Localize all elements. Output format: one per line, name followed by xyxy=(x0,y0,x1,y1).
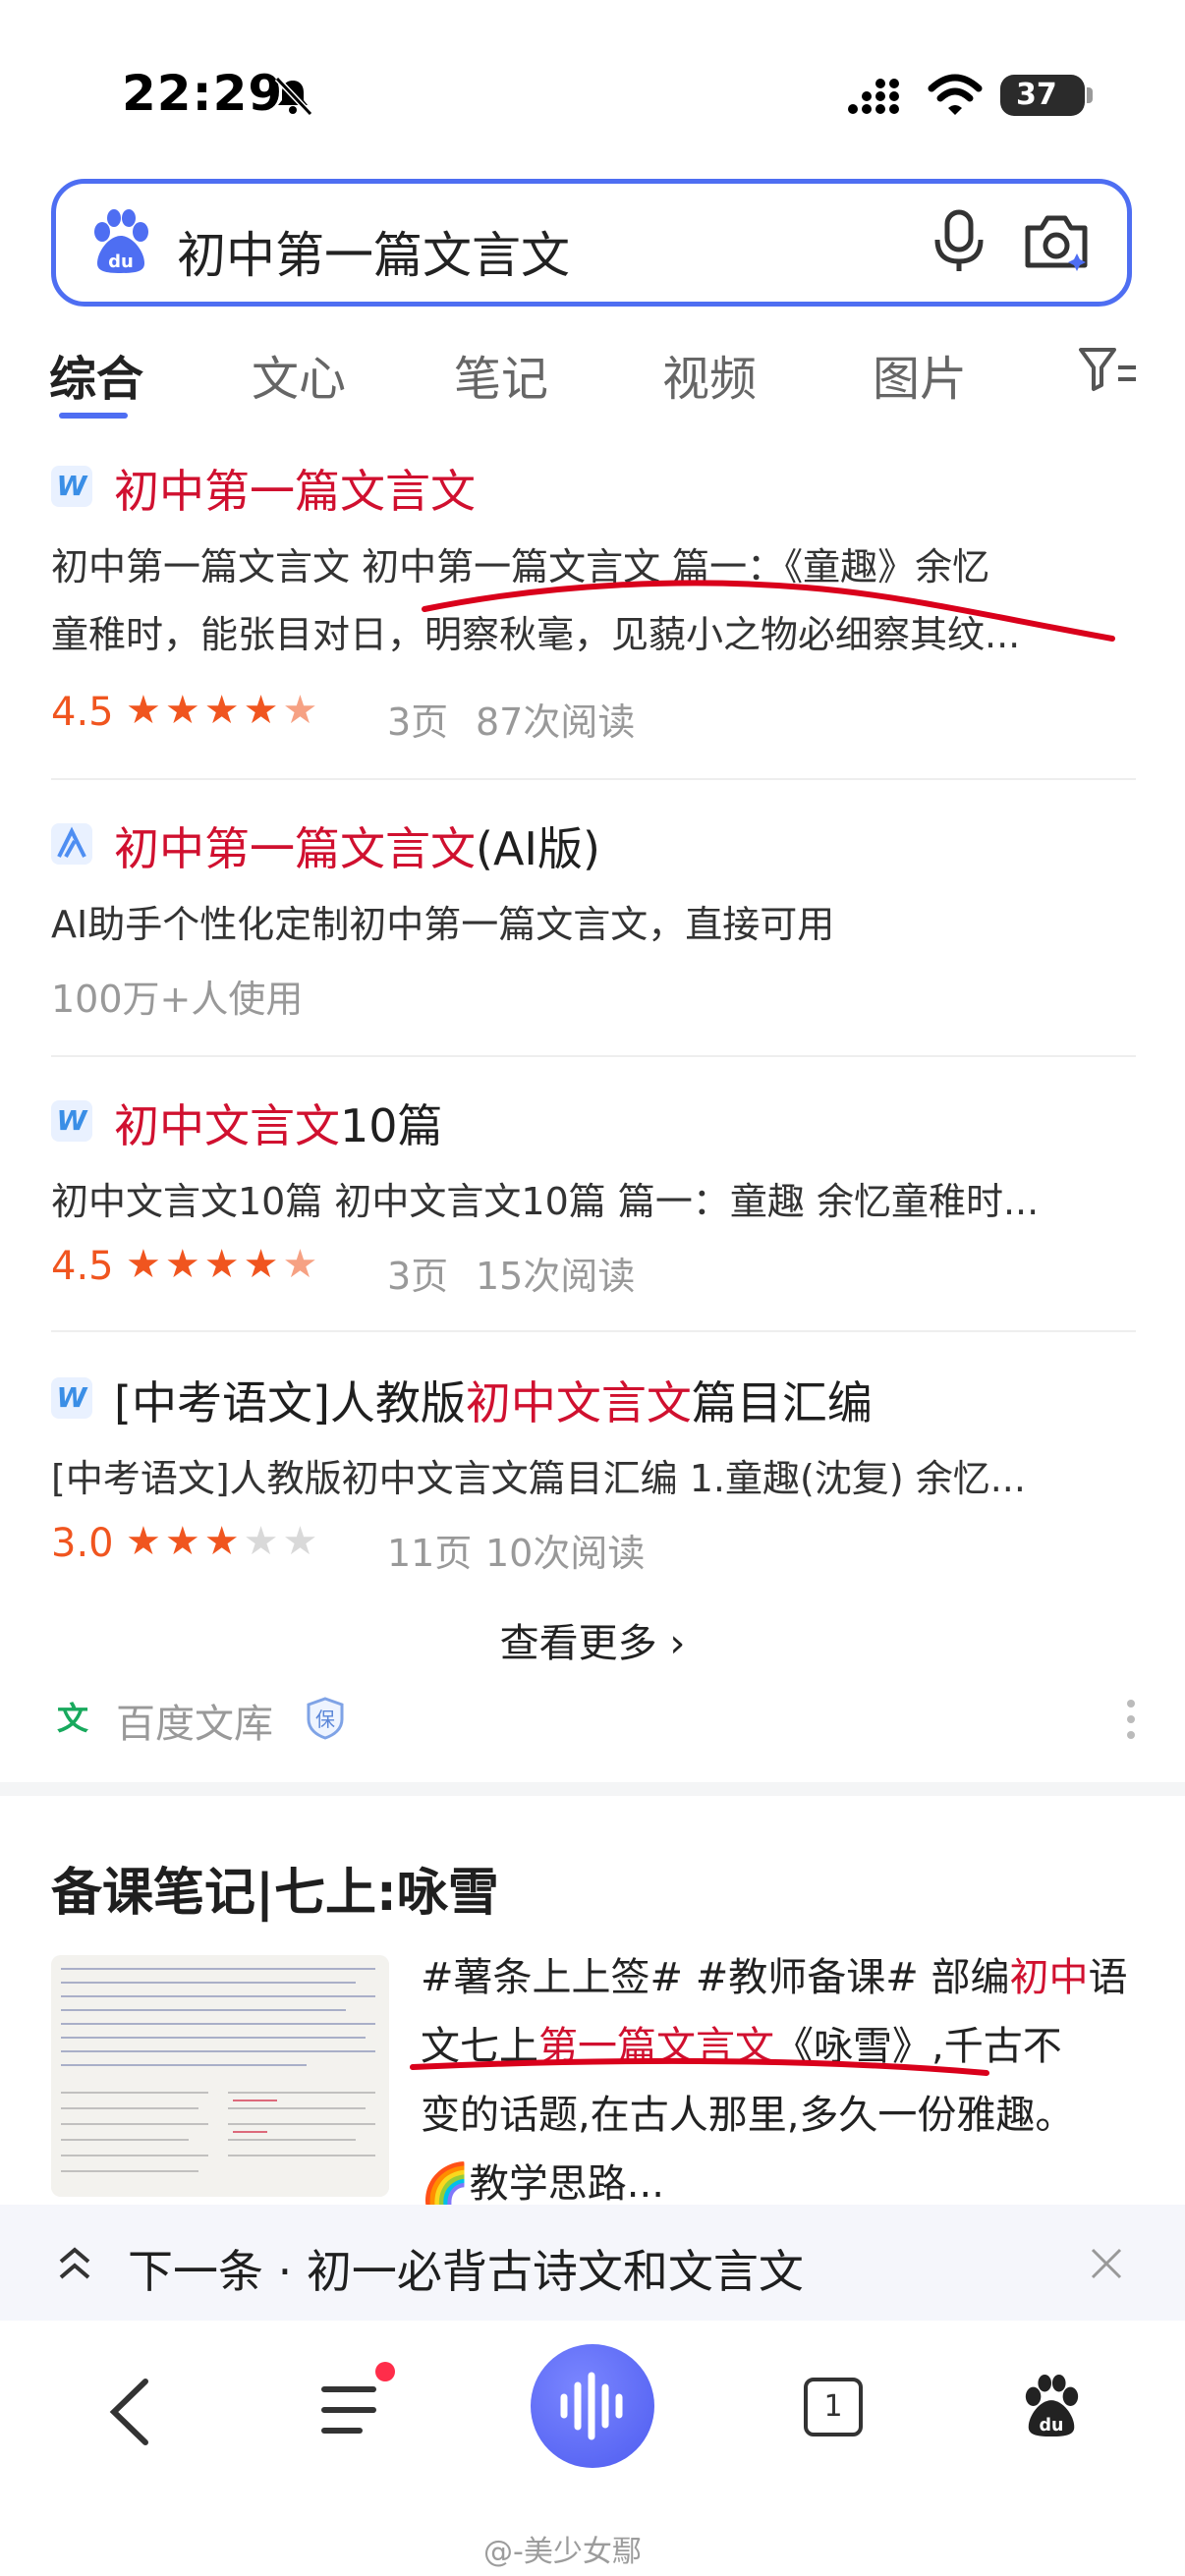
note-description[interactable]: #薯条上上签# #教师备课# 部编初中语 文七上第一篇文言文《咏雪》,千古不 变… xyxy=(421,1943,1138,2218)
word-doc-icon: W xyxy=(51,1377,92,1419)
note-title[interactable]: 备课笔记|七上:咏雪 xyxy=(51,1851,499,1925)
result-desc: AI助手个性化定制初中第一篇文言文，直接可用 xyxy=(51,903,835,946)
wenku-logo-icon: 文 xyxy=(51,1696,94,1739)
tab-all[interactable]: 综合 xyxy=(49,340,143,409)
result-title[interactable]: [中考语文]人教版初中文言文篇目汇编 xyxy=(114,1368,873,1432)
microphone-icon[interactable] xyxy=(928,208,990,273)
bell-muted-icon xyxy=(274,76,313,117)
rating-stars: ★★★★★ xyxy=(126,688,322,733)
tab-images[interactable]: 图片 xyxy=(873,340,967,409)
tab-switcher-button[interactable]: 1 xyxy=(804,2378,863,2436)
page-count: 3页 xyxy=(387,1255,449,1298)
search-input[interactable]: 初中第一篇文言文 xyxy=(177,216,570,287)
result-desc-line-1: 初中第一篇文言文 初中第一篇文言文 篇一：《童趣》余忆 xyxy=(51,545,990,588)
tab-notes[interactable]: 笔记 xyxy=(454,340,548,409)
chevron-up-icon xyxy=(59,2247,90,2279)
menu-icon[interactable] xyxy=(320,2378,385,2442)
document-preview-image xyxy=(51,1955,389,2197)
rating-stars: ★★★★★ xyxy=(126,1242,322,1287)
back-icon[interactable] xyxy=(106,2376,153,2448)
chevron-right-icon: › xyxy=(669,1621,686,1666)
result-desc-line-2: 童稚时，能张目对日，明察秋毫，见藐小之物必细察其纹... xyxy=(51,613,1021,656)
result-desc: 初中文言文10篇 初中文言文10篇 篇一：童趣 余忆童稚时... xyxy=(51,1180,1040,1223)
guarantee-shield-icon: 保 xyxy=(307,1697,344,1740)
word-doc-icon: W xyxy=(51,1100,92,1142)
page-count: 11页 xyxy=(387,1532,473,1575)
svg-text:保: 保 xyxy=(315,1708,335,1731)
wifi-icon xyxy=(928,74,983,115)
read-count: 10次阅读 xyxy=(485,1532,646,1575)
svg-text:文: 文 xyxy=(57,1700,88,1737)
read-count: 87次阅读 xyxy=(476,700,636,744)
watermark-text: @-美少女鄢 xyxy=(483,2535,642,2569)
cellular-signal-icon xyxy=(848,79,899,114)
see-more-button[interactable]: 查看更多 › xyxy=(0,1611,1185,1668)
voice-assistant-button[interactable] xyxy=(531,2344,654,2468)
rating-score: 3.0 xyxy=(51,1521,114,1566)
filter-icon[interactable] xyxy=(1077,344,1138,393)
battery-cap xyxy=(1087,87,1093,103)
word-doc-icon: W xyxy=(51,466,92,507)
baidu-paw-icon: du xyxy=(94,209,148,273)
tab-active-indicator xyxy=(59,413,128,419)
result-title[interactable]: 初中第一篇文言文(AI版) xyxy=(114,813,600,878)
rating-stars: ★★★★★ xyxy=(126,1519,322,1564)
more-options-icon[interactable] xyxy=(1126,1698,1136,1741)
result-desc: [中考语文]人教版初中文言文篇目汇编 1.童趣(沈复) 余忆... xyxy=(51,1457,1026,1500)
section-separator xyxy=(0,1782,1185,1796)
svg-text:du: du xyxy=(1040,2416,1064,2436)
svg-text:du: du xyxy=(108,252,134,272)
divider xyxy=(51,1330,1136,1332)
divider xyxy=(51,778,1136,780)
close-icon[interactable] xyxy=(1089,2246,1124,2281)
source-name[interactable]: 百度文库 xyxy=(116,1692,273,1749)
camera-search-icon[interactable] xyxy=(1022,210,1091,271)
status-time: 22:29 xyxy=(122,65,284,122)
tab-wenxin[interactable]: 文心 xyxy=(252,340,346,409)
voice-wave-icon xyxy=(560,2372,623,2440)
note-thumbnail[interactable] xyxy=(51,1955,389,2197)
read-count: 15次阅读 xyxy=(476,1255,636,1298)
battery-indicator: 37 xyxy=(1000,75,1085,116)
next-item-text[interactable]: 下一条 · 初一必背古诗文和文言文 xyxy=(128,2236,804,2301)
tab-video[interactable]: 视频 xyxy=(662,340,757,409)
result-title[interactable]: 初中文言文10篇 xyxy=(114,1091,443,1155)
notification-dot xyxy=(375,2362,395,2381)
ai-logo-icon xyxy=(51,823,92,865)
user-count: 100万+人使用 xyxy=(51,978,304,1021)
baidu-home-icon[interactable]: du xyxy=(1020,2374,1083,2438)
divider xyxy=(51,1055,1136,1057)
rating-score: 4.5 xyxy=(51,690,114,735)
rating-score: 4.5 xyxy=(51,1244,114,1289)
result-title[interactable]: 初中第一篇文言文 xyxy=(114,456,476,521)
page-count: 3页 xyxy=(387,700,449,744)
